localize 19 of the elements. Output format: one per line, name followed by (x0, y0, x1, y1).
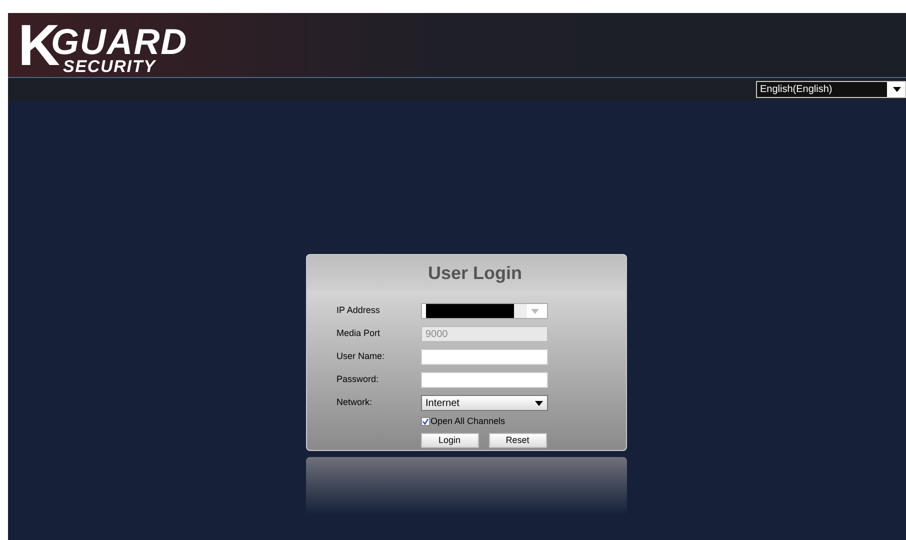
field-label: Network: (336, 396, 374, 410)
login-title: User Login (428, 262, 522, 285)
field-label: IP Address (336, 304, 381, 318)
dropdown-caret-icon (893, 86, 901, 92)
username-field[interactable] (420, 349, 548, 365)
checkmark-icon (422, 418, 428, 426)
field-label: Media Port (336, 327, 382, 340)
password-field[interactable] (420, 372, 548, 388)
open-all-channels-checkbox[interactable]: Open All Channels (420, 415, 626, 428)
logo-tagline: SECURITY (63, 58, 156, 75)
ip-address-combo[interactable] (420, 303, 548, 319)
dropdown-caret-icon (530, 308, 538, 314)
language-select[interactable]: English(English) (756, 80, 906, 98)
login-button[interactable]: Login (420, 432, 478, 448)
reset-button[interactable]: Reset (488, 432, 546, 448)
network-select[interactable]: Internet (420, 395, 548, 411)
field-label: User Name: (336, 350, 386, 364)
dropdown-caret-icon (534, 400, 542, 406)
field-label: Password: (336, 373, 380, 386)
